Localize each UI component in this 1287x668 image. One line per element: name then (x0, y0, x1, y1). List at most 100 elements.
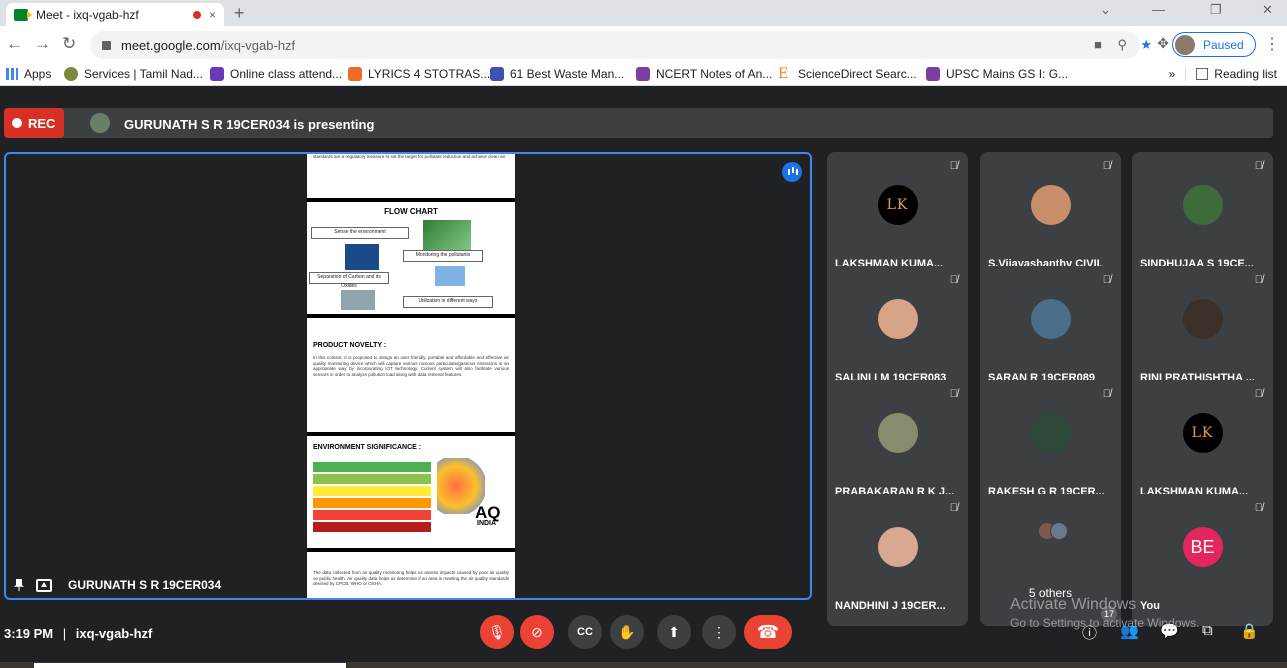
new-tab-button[interactable]: + (234, 3, 245, 24)
mic-off-icon: 🎙̸ (1254, 274, 1263, 286)
bookmark-item[interactable]: E ScienceDirect Searc... (778, 67, 917, 81)
bookmark-label: 61 Best Waste Man... (510, 67, 625, 81)
shared-document: standards are a regulatory measure to se… (307, 154, 515, 598)
address-bar: ← → ↻ meet.google.com/ixq-vgab-hzf ■ ⚲ ★… (0, 26, 1287, 64)
url-domain: meet.google.com (121, 37, 221, 53)
present-now-button[interactable]: ⬆ (657, 615, 691, 649)
bookmark-item[interactable]: 61 Best Waste Man... (490, 67, 624, 81)
record-dot-icon (12, 118, 22, 128)
host-controls-icon[interactable]: 🔒 (1240, 622, 1259, 640)
browser-tab-meet[interactable]: Meet - ixq-vgab-hzf × (6, 3, 224, 26)
mic-off-icon: 🎙̸ (1254, 388, 1263, 400)
participant-tile[interactable]: 🎙̸ SARAN R 19CER089 (980, 266, 1121, 398)
bookmarks-bar: Apps Services | Tamil Nad... Online clas… (0, 64, 1287, 86)
browser-menu-icon[interactable]: ⋮ (1264, 34, 1280, 54)
avatar (1182, 185, 1223, 225)
profile-avatar (1175, 34, 1195, 55)
aqi-band (313, 498, 431, 508)
elsevier-icon: E (778, 66, 789, 82)
raise-hand-button[interactable]: ✋ (610, 615, 644, 649)
profile-status: Paused (1203, 37, 1244, 52)
bookmark-item[interactable]: Online class attend... (210, 67, 342, 81)
profile-button[interactable]: Paused (1172, 32, 1256, 57)
camera-in-use-icon[interactable]: ■ (1094, 37, 1102, 52)
slide-page: The data collected from air quality moni… (307, 552, 515, 598)
pin-icon[interactable] (14, 579, 24, 591)
participant-tile[interactable]: 🎙̸ RINI PRATHISHTHA ... (1132, 266, 1273, 398)
bookmark-label: ScienceDirect Searc... (798, 67, 917, 81)
meet-window: REC GURUNATH S R 19CER034 is presenting … (0, 86, 1287, 668)
stage-label: GURUNATH S R 19CER034 (14, 578, 221, 592)
participant-tile[interactable]: 🎙̸ LK LAKSHMAN KUMA... (1132, 380, 1273, 512)
environment-slide: ENVIRONMENT SIGNIFICANCE : AQ INDIA (307, 436, 515, 548)
tab-search-icon[interactable]: ⌄ (1100, 2, 1111, 18)
apps-grid-icon (6, 68, 18, 80)
more-options-button[interactable]: ⋮ (702, 615, 736, 649)
bookmark-star-icon[interactable]: ★ (1140, 37, 1152, 53)
url-path: /ixq-vgab-hzf (220, 37, 296, 53)
mic-off-icon: 🎙̸ (1254, 160, 1263, 172)
participant-tile[interactable]: 🎙̸ S.Vijayashanthy CIVIL (980, 152, 1121, 284)
bookmark-item[interactable]: NCERT Notes of An... (636, 67, 772, 81)
meeting-code: ixq-vgab-hzf (75, 626, 153, 641)
presentation-stage[interactable]: standards are a regulatory measure to se… (4, 152, 812, 600)
aqi-band (313, 486, 431, 496)
browser-tab-bar: Meet - ixq-vgab-hzf × + ⌄ — ❐ ✕ (0, 0, 1287, 26)
url-field[interactable]: meet.google.com/ixq-vgab-hzf (90, 31, 1140, 59)
back-arrow-icon[interactable]: ← (6, 34, 23, 54)
bookmarks-right: » Reading list (1169, 67, 1277, 81)
minimize-icon[interactable]: — (1152, 2, 1165, 17)
novelty-text: In this context, it is proposed to desig… (313, 355, 509, 377)
reload-icon[interactable]: ↻ (62, 34, 76, 54)
bookmark-apps[interactable]: Apps (6, 67, 51, 81)
flow-chart-title: FLOW CHART (384, 207, 438, 216)
watermark-line1: Activate Windows (1010, 596, 1137, 613)
site-icon (926, 67, 940, 81)
close-window-icon[interactable]: ✕ (1262, 2, 1273, 18)
bookmark-item[interactable]: UPSC Mains GS I: G... (926, 67, 1068, 81)
slide-text: The data collected from air quality moni… (313, 570, 509, 586)
avatar (877, 299, 918, 339)
presenter-name: GURUNATH S R 19CER034 (68, 578, 222, 592)
mic-off-button[interactable]: 🎙 (480, 615, 514, 649)
reading-list-icon (1196, 68, 1209, 80)
participant-tile[interactable]: 🎙̸ SINDHUJAA S 19CE... (1132, 152, 1273, 284)
avatar (1030, 413, 1071, 453)
forms-icon (210, 67, 224, 81)
tn-emblem-icon (64, 67, 78, 81)
windows-activation-watermark: Activate Windows Go to Settings to activ… (1010, 596, 1199, 630)
aqi-band (313, 510, 431, 520)
participant-tile[interactable]: 🎙̸ NANDHINI J 19CER... (827, 494, 968, 626)
leave-call-button[interactable]: ☎ (744, 615, 792, 649)
bookmark-item[interactable]: Services | Tamil Nad... (64, 67, 203, 81)
reading-list-button[interactable]: Reading list (1214, 67, 1277, 81)
forward-arrow-icon[interactable]: → (34, 34, 51, 54)
extensions-icon[interactable]: ✥ (1157, 35, 1169, 52)
activities-icon[interactable]: ⧉ (1202, 622, 1213, 639)
more-bookmarks-button[interactable]: » (1169, 67, 1176, 81)
novelty-title: PRODUCT NOVELTY : (313, 342, 387, 349)
participant-tile[interactable]: 🎙̸ SALINI I M 19CER083 (827, 266, 968, 398)
bookmark-item[interactable]: LYRICS 4 STOTRAS... (348, 67, 490, 81)
avatar: BE (1182, 527, 1223, 567)
participant-tile[interactable]: 🎙̸ LK LAKSHMAN KUMA... (827, 152, 968, 284)
mic-off-icon: 🎙̸ (1102, 388, 1111, 400)
aq-india-logo: AQ (475, 503, 501, 522)
zoom-icon[interactable]: ⚲ (1117, 37, 1127, 53)
bookmark-label: NCERT Notes of An... (656, 67, 773, 81)
tab-close-icon[interactable]: × (209, 8, 216, 22)
maximize-icon[interactable]: ❐ (1210, 2, 1222, 18)
tab-title: Meet - ixq-vgab-hzf (36, 7, 139, 22)
current-time: 3:19 PM (4, 626, 54, 641)
participant-tile[interactable]: 🎙̸ RAKESH G R 19CER... (980, 380, 1121, 512)
watermark-line2: Go to Settings to activate Windows. (1010, 616, 1200, 630)
mic-off-icon: 🎙̸ (1254, 502, 1263, 514)
mic-off-icon: 🎙̸ (1102, 274, 1111, 286)
meeting-info: 3:19 PM | ixq-vgab-hzf (4, 626, 152, 641)
avatar (877, 527, 918, 567)
recording-button[interactable]: REC (4, 108, 64, 138)
participant-tile[interactable]: 🎙̸ PRABAKARAN R K J... (827, 380, 968, 512)
captions-button[interactable]: CC (568, 615, 602, 649)
bookmark-label: Services | Tamil Nad... (84, 67, 203, 81)
camera-off-button[interactable]: ⊘ (520, 615, 554, 649)
